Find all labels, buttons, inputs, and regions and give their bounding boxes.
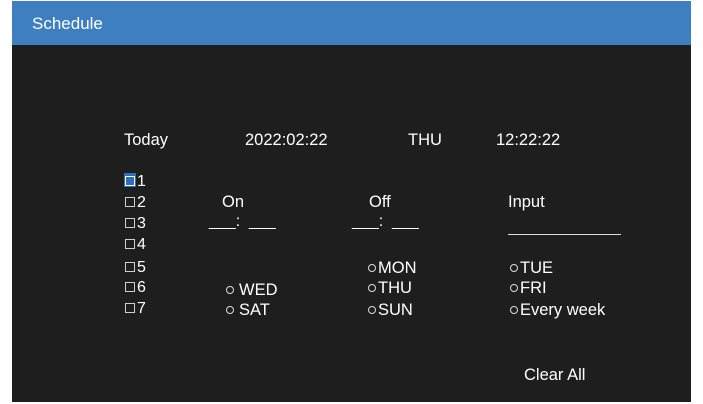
- clear-all-button[interactable]: Clear All: [524, 366, 585, 385]
- slot-checkbox[interactable]: [125, 176, 135, 186]
- on-time-field[interactable]: ___: ___: [209, 213, 276, 231]
- radio-icon[interactable]: [510, 284, 518, 292]
- radio-icon[interactable]: [368, 306, 376, 314]
- slot-label: 7: [137, 300, 146, 317]
- radio-icon[interactable]: [510, 264, 518, 272]
- slot-checkbox[interactable]: [125, 262, 135, 272]
- day-label: Every week: [520, 301, 606, 319]
- schedule-panel: Schedule Today 2022:02:22 THU 12:22:22 1…: [12, 1, 691, 402]
- on-header: On: [222, 193, 245, 211]
- input-header: Input: [508, 193, 545, 211]
- radio-icon[interactable]: [226, 286, 234, 294]
- day-label: TUE: [520, 259, 553, 277]
- off-header: Off: [369, 193, 391, 211]
- input-field[interactable]: [508, 234, 621, 235]
- day-label: WED: [239, 281, 278, 299]
- radio-icon[interactable]: [226, 306, 234, 314]
- radio-icon[interactable]: [510, 306, 518, 314]
- slot-checkbox[interactable]: [125, 218, 135, 228]
- slot-label: 4: [137, 236, 146, 253]
- title-bar: Schedule: [12, 1, 691, 45]
- today-label: Today: [124, 131, 169, 149]
- slot-checkbox[interactable]: [125, 197, 135, 207]
- page-title: Schedule: [32, 14, 103, 33]
- radio-icon[interactable]: [368, 264, 376, 272]
- slot-checkbox[interactable]: [125, 239, 135, 249]
- slot-label: 2: [137, 194, 146, 211]
- day-label: MON: [378, 259, 417, 277]
- radio-icon[interactable]: [368, 284, 376, 292]
- day-label: SAT: [239, 301, 270, 319]
- time-value: 12:22:22: [496, 131, 561, 149]
- day-label: SUN: [378, 301, 413, 319]
- date-value: 2022:02:22: [245, 131, 328, 149]
- slot-checkbox[interactable]: [125, 303, 135, 313]
- slot-label: 1: [137, 173, 146, 190]
- slot-label: 6: [137, 279, 146, 296]
- day-label: FRI: [520, 279, 547, 297]
- slot-checkbox[interactable]: [125, 282, 135, 292]
- off-time-field[interactable]: ___: ___: [352, 213, 419, 231]
- slot-label: 5: [137, 259, 146, 276]
- slot-label: 3: [137, 215, 146, 232]
- day-label: THU: [378, 279, 412, 297]
- day-value: THU: [408, 131, 442, 149]
